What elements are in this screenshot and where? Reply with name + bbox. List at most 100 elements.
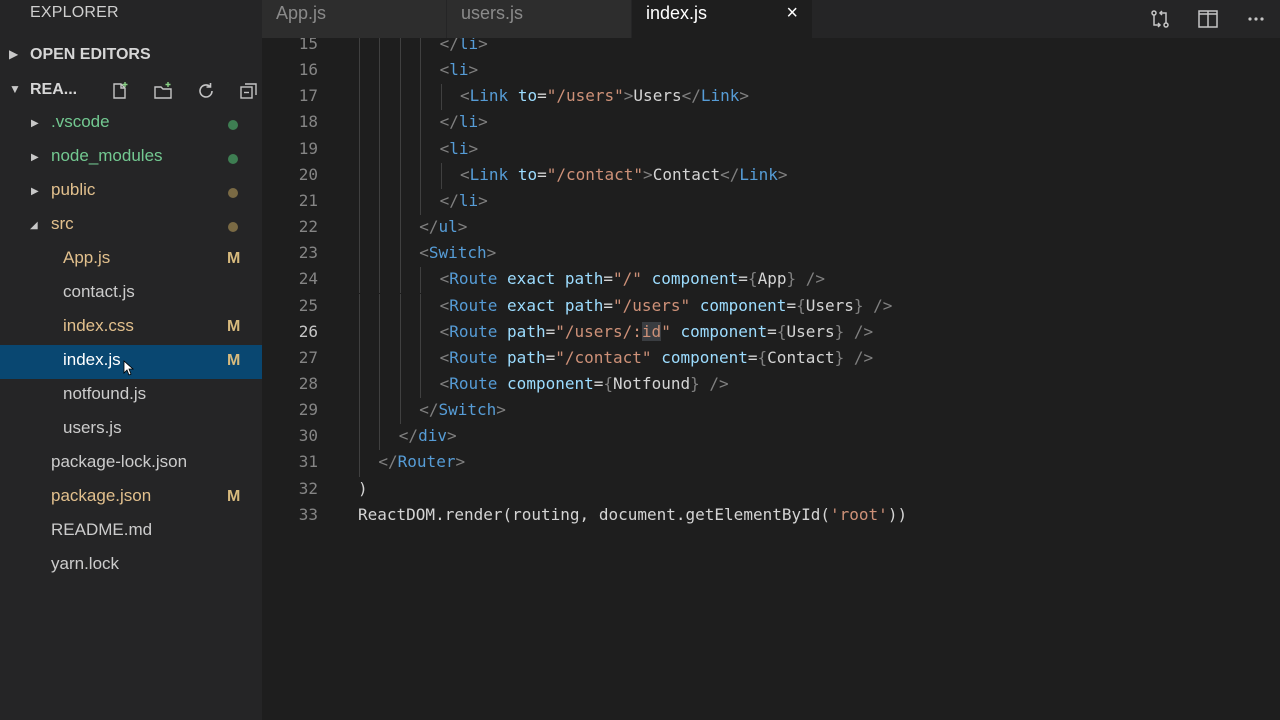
file-users-js[interactable]: users.js — [0, 413, 262, 447]
code-line[interactable]: 31 </Router> — [262, 450, 1280, 477]
indent-guide — [420, 267, 422, 294]
folder-node-modules[interactable]: ▶ node_modules — [0, 141, 262, 175]
code-line[interactable]: 27 <Route path="/contact" component={Cont… — [262, 345, 1280, 372]
code-line[interactable]: 23 <Switch> — [262, 241, 1280, 268]
explorer-sidebar: EXPLORER ▶ OPEN EDITORS ▼ REA... ▶ .vsco… — [0, 0, 262, 720]
indent-guide — [420, 188, 422, 216]
line-number: 20 — [298, 164, 318, 184]
open-editors-header[interactable]: ▶ OPEN EDITORS — [0, 38, 262, 72]
code-line[interactable]: 28 <Route component={Notfound} /> — [262, 371, 1280, 399]
indent-guide — [379, 398, 381, 425]
code-line[interactable]: 24 <Route exact path="/" component={App} … — [262, 267, 1280, 294]
chevron-right-icon: ▶ — [31, 186, 39, 197]
tree-item-label: node_modules — [51, 146, 163, 165]
indent-guide — [379, 136, 381, 163]
line-number: 33 — [298, 504, 318, 524]
code-line[interactable]: 29 </Switch> — [262, 398, 1280, 425]
tab-app-js[interactable]: App.js — [262, 0, 446, 38]
new-file-button[interactable] — [98, 80, 141, 102]
refresh-button[interactable] — [184, 80, 227, 102]
tree-item-label: users.js — [63, 418, 122, 437]
code-line[interactable]: 19 <li> — [262, 136, 1280, 163]
file-notfound-js[interactable]: notfound.js — [0, 379, 262, 413]
code-line[interactable]: 26 <Route path="/users/:id" component={Us… — [262, 319, 1280, 346]
chevron-right-icon: ▶ — [31, 118, 39, 129]
code-text: <Switch> — [419, 243, 497, 263]
open-changes-button[interactable] — [1136, 7, 1184, 31]
indent-guide — [379, 267, 381, 294]
git-status-dot — [228, 188, 238, 198]
tree-item-label: README.md — [51, 520, 153, 539]
code-line[interactable]: 30 </div> — [262, 424, 1280, 451]
indent-guide — [359, 84, 360, 111]
code-line[interactable]: 21 </li> — [262, 188, 1280, 216]
indent-guide — [359, 215, 360, 242]
indent-guide — [420, 58, 422, 85]
code-line[interactable]: 18 </li> — [262, 110, 1280, 137]
indent-guide — [399, 162, 401, 189]
indent-guide — [399, 58, 401, 85]
file-readme-md[interactable]: README.md — [0, 515, 262, 549]
tree-item-label: package-lock.json — [51, 452, 188, 471]
indent-guide — [379, 84, 381, 111]
code-line[interactable]: 20 <Link to="/contact">Contact</Link> — [262, 162, 1280, 189]
split-editor-button[interactable] — [1184, 7, 1232, 31]
indent-guide — [379, 371, 381, 399]
file-yarn-lock[interactable]: yarn.lock — [0, 549, 262, 583]
line-number: 28 — [298, 373, 318, 393]
file-contact-js[interactable]: contact.js — [0, 277, 262, 311]
tree-item-label: notfound.js — [63, 384, 147, 403]
file-package-json[interactable]: package.json M — [0, 481, 262, 515]
line-number: 32 — [298, 478, 318, 498]
indent-guide — [359, 38, 360, 59]
code-line[interactable]: 32) — [262, 477, 1280, 503]
indent-guide — [359, 136, 360, 163]
git-modified-badge: M — [227, 352, 241, 369]
indent-guide — [359, 450, 360, 477]
indent-guide — [359, 424, 360, 451]
code-text: <Route exact path="/users" component={Us… — [439, 295, 893, 315]
tree-item-label: yarn.lock — [51, 554, 120, 573]
indent-guide — [420, 293, 422, 320]
chevron-right-icon: ▶ — [9, 47, 19, 61]
code-line[interactable]: 15 </li> — [262, 38, 1280, 59]
code-text: </li> — [439, 38, 488, 53]
new-folder-button[interactable] — [141, 80, 184, 102]
line-number: 19 — [298, 138, 318, 158]
code-text: <li> — [439, 138, 479, 158]
tree-item-label: public — [51, 180, 96, 199]
code-line[interactable]: 17 <Link to="/users">Users</Link> — [262, 84, 1280, 111]
folder-src[interactable]: ◢ src — [0, 209, 262, 243]
code-text: </Router> — [378, 452, 466, 472]
mouse-cursor-icon — [123, 360, 135, 376]
code-editor[interactable]: 15 </li> 16 <li> 17 <Link to="/users">Users</… — [262, 38, 1280, 720]
indent-guide — [359, 58, 360, 85]
indent-guide — [399, 215, 401, 242]
collapse-all-icon — [239, 83, 257, 99]
indent-guide — [399, 110, 401, 137]
line-number: 15 — [298, 38, 318, 53]
tab-index-js[interactable]: index.js × — [632, 0, 812, 38]
folder-vscode[interactable]: ▶ .vscode — [0, 107, 262, 141]
refresh-icon — [198, 83, 213, 98]
line-number: 17 — [298, 86, 318, 106]
indent-guide — [420, 110, 422, 137]
file-index-css[interactable]: index.css M — [0, 311, 262, 345]
indent-guide — [399, 84, 401, 111]
file-app-js[interactable]: App.js M — [0, 243, 262, 277]
code-line[interactable]: 25 <Route exact path="/users" component={… — [262, 293, 1280, 320]
more-actions-button[interactable] — [1232, 7, 1280, 31]
folder-public[interactable]: ▶ public — [0, 175, 262, 209]
tab-users-js[interactable]: users.js — [447, 0, 631, 38]
code-line[interactable]: 33 ReactDOM.render(routing, document.getE… — [262, 503, 1280, 529]
tree-item-label: index.css — [63, 316, 134, 335]
indent-guide — [379, 424, 381, 451]
indent-guide — [440, 84, 442, 111]
indent-guide — [359, 319, 360, 346]
close-icon[interactable]: × — [786, 2, 798, 25]
code-line[interactable]: 16 <li> — [262, 58, 1280, 85]
file-package-lock-json[interactable]: package-lock.json — [0, 447, 262, 481]
indent-guide — [379, 345, 381, 372]
chevron-right-icon: ▶ — [31, 152, 39, 163]
code-line[interactable]: 22 </ul> — [262, 215, 1280, 242]
